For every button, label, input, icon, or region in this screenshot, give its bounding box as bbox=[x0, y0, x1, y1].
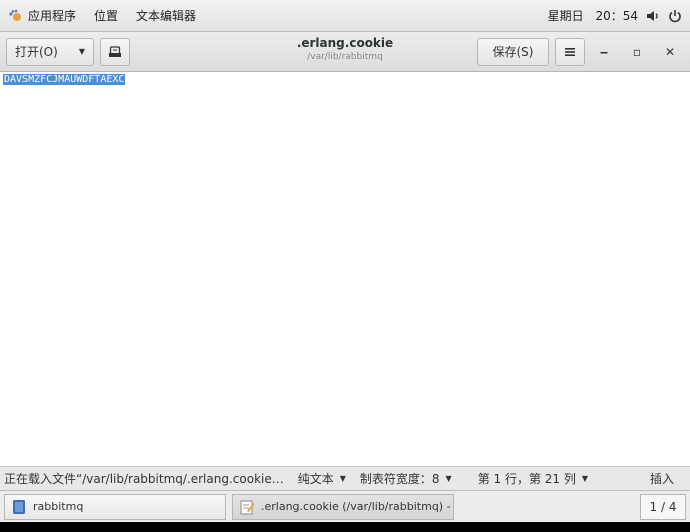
taskbar-item-label: .erlang.cookie (/var/lib/rabbitmq) - … bbox=[261, 500, 454, 513]
hamburger-icon bbox=[565, 47, 575, 56]
taskbar-item-erlang-cookie[interactable]: .erlang.cookie (/var/lib/rabbitmq) - … bbox=[232, 493, 454, 520]
tab-width-label: 制表符宽度：8 bbox=[359, 472, 440, 486]
text-editor-area[interactable]: DAVSMZFCJMAUWDFTAEXC bbox=[0, 72, 690, 466]
chevron-down-icon: ▼ bbox=[445, 474, 452, 483]
minimize-icon: ‒ bbox=[599, 44, 609, 59]
current-app-label: 文本编辑器 bbox=[136, 9, 197, 23]
clock[interactable]: 星期日 20：54 bbox=[540, 7, 638, 24]
current-app-menu[interactable]: 文本编辑器 bbox=[136, 7, 196, 24]
minimize-button[interactable]: ‒ bbox=[590, 38, 618, 66]
editor-line[interactable]: DAVSMZFCJMAUWDFTAEXC bbox=[3, 73, 126, 87]
chevron-down-icon: ▼ bbox=[78, 47, 85, 56]
taskbar: rabbitmq .erlang.cookie (/var/lib/rabbit… bbox=[0, 490, 690, 522]
insert-mode: 插入 bbox=[649, 472, 674, 486]
power-icon[interactable] bbox=[668, 9, 682, 23]
recent-files-icon bbox=[109, 45, 121, 57]
gnome-foot-icon bbox=[8, 9, 22, 23]
syntax-label: 纯文本 bbox=[297, 472, 334, 486]
selected-text[interactable]: DAVSMZFCJMAUWDFTAEXC bbox=[3, 74, 126, 85]
close-icon: ✕ bbox=[664, 44, 676, 59]
workspace-pager[interactable]: 1 / 4 bbox=[640, 493, 686, 520]
menu-button[interactable] bbox=[555, 37, 585, 66]
clock-day: 星期日 bbox=[547, 9, 584, 23]
maximize-icon: ▫ bbox=[632, 44, 642, 59]
applications-label: 应用程序 bbox=[28, 9, 77, 23]
taskbar-item-rabbitmq[interactable]: rabbitmq bbox=[4, 493, 226, 520]
screen-border bbox=[0, 522, 690, 532]
text-editor-icon bbox=[240, 500, 255, 514]
status-message: 正在载入文件“/var/lib/rabbitmq/.erlang.cookie… bbox=[4, 472, 284, 486]
cursor-position-selector[interactable]: 第 1 行，第 21 列 ▼ bbox=[478, 470, 588, 487]
chevron-down-icon: ▼ bbox=[581, 474, 589, 483]
workspace-pager-label: 1 / 4 bbox=[649, 499, 677, 514]
cursor-position-label: 第 1 行，第 21 列 bbox=[477, 472, 576, 486]
save-button[interactable]: 保存(S) bbox=[477, 37, 549, 66]
headerbar: 打开(O) ▼ .erlang.cookie /var/lib/rabbitmq… bbox=[0, 32, 690, 72]
top-panel: 应用程序 位置 文本编辑器 星期日 20：54 bbox=[0, 0, 690, 32]
open-button-label: 打开(O) bbox=[15, 45, 58, 59]
volume-icon[interactable] bbox=[646, 9, 660, 23]
save-button-label: 保存(S) bbox=[492, 45, 534, 59]
places-menu[interactable]: 位置 bbox=[94, 7, 118, 24]
open-button[interactable]: 打开(O) ▼ bbox=[6, 37, 94, 66]
applications-menu[interactable]: 应用程序 bbox=[8, 7, 76, 24]
clock-time: 20：54 bbox=[595, 9, 638, 23]
desktop: 应用程序 位置 文本编辑器 星期日 20：54 打开(O) ▼ .erlang.… bbox=[0, 0, 690, 532]
taskbar-item-label: rabbitmq bbox=[33, 500, 84, 513]
chevron-down-icon: ▼ bbox=[339, 474, 346, 483]
statusbar: 正在载入文件“/var/lib/rabbitmq/.erlang.cookie…… bbox=[0, 466, 690, 490]
places-label: 位置 bbox=[94, 9, 119, 23]
close-button[interactable]: ✕ bbox=[656, 38, 684, 66]
maximize-button[interactable]: ▫ bbox=[623, 38, 651, 66]
folder-icon bbox=[13, 499, 25, 514]
tab-width-selector[interactable]: 制表符宽度：8 ▼ bbox=[360, 470, 452, 487]
editor-window: 打开(O) ▼ .erlang.cookie /var/lib/rabbitmq… bbox=[0, 32, 690, 490]
recent-files-button[interactable] bbox=[100, 37, 130, 66]
syntax-selector[interactable]: 纯文本 ▼ bbox=[298, 470, 346, 487]
